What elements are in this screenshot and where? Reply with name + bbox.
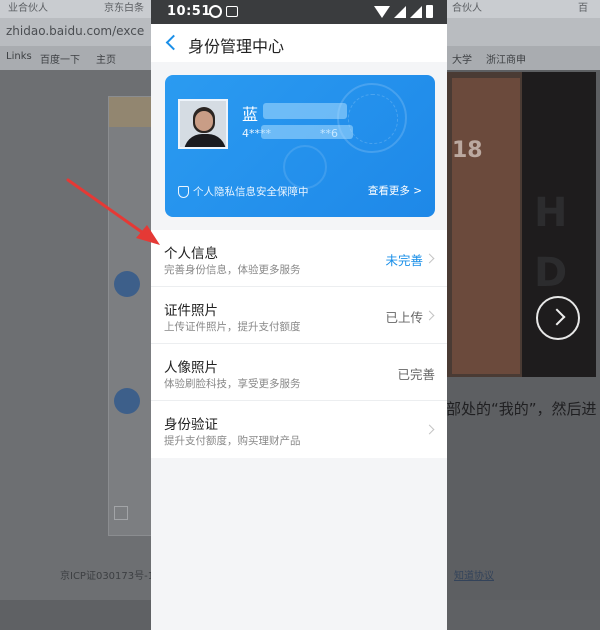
background-text: 18 (452, 138, 483, 163)
status-bar: 10:51 (151, 0, 447, 24)
notification-icon (209, 5, 222, 18)
battery-icon (426, 5, 433, 18)
watermark-icon (283, 145, 327, 189)
chevron-right-icon (424, 424, 435, 435)
nav-bar: 身份管理中心 (151, 24, 447, 62)
status-system-icons (374, 5, 433, 18)
agreement-link[interactable]: 知道协议 (454, 567, 494, 582)
wifi-icon (374, 5, 390, 18)
list-item-document-photo[interactable]: 证件照片 上传证件照片，提升支付额度 已上传 (151, 287, 447, 344)
redaction-mask (261, 125, 353, 139)
phone-screen: 10:51 身份管理中心 蓝 4**** **6 (151, 0, 447, 630)
chevron-right-icon (424, 253, 435, 264)
id-photo (178, 99, 228, 149)
avatar (114, 271, 140, 297)
list-item-title: 证件照片 (164, 303, 218, 319)
image-icon (226, 6, 238, 17)
privacy-text: 个人隐私信息安全保障中 (193, 186, 309, 198)
empty-area (151, 460, 447, 630)
list-item-title: 人像照片 (164, 360, 218, 376)
list-item-subtitle: 上传证件照片，提升支付额度 (164, 321, 301, 333)
folder-icon (114, 506, 128, 520)
identity-card: 蓝 4**** **6 个人隐私信息安全保障中 查看更多 > (165, 75, 435, 217)
background-panel (108, 96, 153, 536)
list-item-identity-verification[interactable]: 身份验证 提升支付额度，购买理财产品 (151, 401, 447, 458)
background-text: H (534, 190, 568, 236)
bookmark-item[interactable]: 百度一下 (40, 51, 80, 66)
next-slide-button[interactable] (536, 296, 580, 340)
list-item-title: 身份验证 (164, 417, 218, 433)
list-item-subtitle: 完善身份信息，体验更多服务 (164, 264, 301, 276)
browser-tab[interactable]: 业合伙人 (8, 0, 48, 18)
list-item-subtitle: 提升支付额度，购买理财产品 (164, 435, 301, 447)
card-name: 蓝 (242, 105, 259, 124)
browser-tab[interactable]: 合伙人 (452, 0, 482, 18)
status-label: 已完善 (397, 367, 435, 382)
page-title: 身份管理中心 (188, 37, 285, 56)
view-more-link[interactable]: 查看更多 > (368, 183, 422, 198)
bookmark-item[interactable]: Links (6, 51, 32, 62)
status-label: 已上传 (385, 310, 423, 325)
seal-watermark-icon (337, 83, 407, 153)
signal-icon (394, 5, 406, 18)
background-text: D (534, 250, 568, 296)
shield-icon (178, 185, 189, 198)
chevron-right-icon (424, 310, 435, 321)
signal-icon (410, 5, 422, 18)
bookmark-item[interactable]: 主页 (96, 51, 116, 66)
privacy-notice: 个人隐私信息安全保障中 (178, 184, 309, 199)
identity-menu-list: 个人信息 完善身份信息，体验更多服务 未完善 证件照片 上传证件照片，提升支付额… (151, 230, 447, 458)
list-item-portrait-photo[interactable]: 人像照片 体验刷脸科技，享受更多服务 已完善 (151, 344, 447, 401)
bookmark-item[interactable]: 浙江商申 (486, 51, 526, 66)
url-text: zhidao.baidu.com/exce (6, 24, 145, 38)
redaction-mask (263, 103, 347, 119)
browser-tab[interactable]: 百 (578, 0, 588, 18)
list-item-title: 个人信息 (164, 246, 218, 262)
status-label: 未完善 (385, 253, 423, 268)
bookmark-item[interactable]: 大学 (452, 51, 472, 66)
browser-tab[interactable]: 京东白条 (104, 0, 144, 18)
back-arrow-icon[interactable] (161, 32, 183, 54)
avatar (114, 388, 140, 414)
background-article-text: 部处的“我的”，然后进 (446, 400, 597, 418)
icp-footer: 京ICP证030173号-1 (60, 571, 155, 582)
status-notification-icons (209, 5, 238, 18)
list-item-personal-info[interactable]: 个人信息 完善身份信息，体验更多服务 未完善 (151, 230, 447, 287)
status-time: 10:51 (167, 4, 211, 19)
list-item-subtitle: 体验刷脸科技，享受更多服务 (164, 378, 301, 390)
